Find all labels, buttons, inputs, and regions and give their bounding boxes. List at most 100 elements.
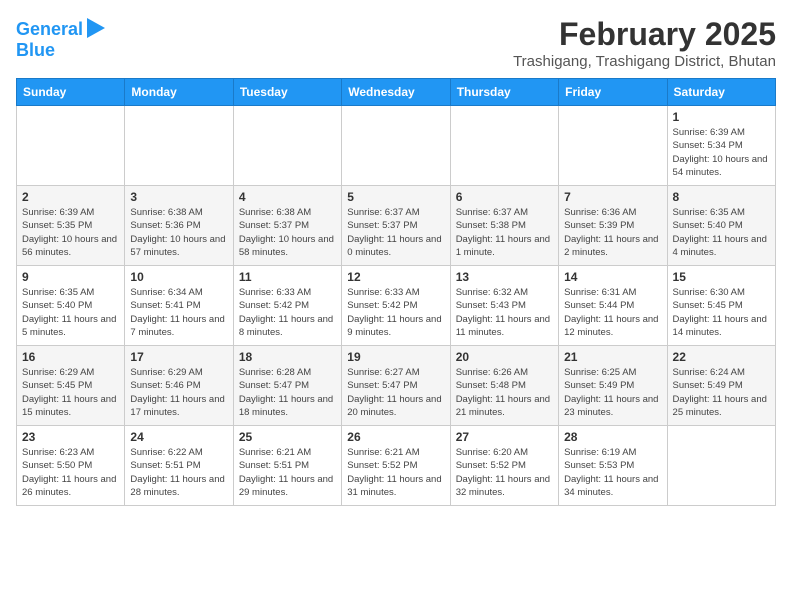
calendar-cell	[667, 426, 775, 506]
cell-day-number: 23	[22, 430, 119, 444]
cell-info-text: Sunrise: 6:39 AM Sunset: 5:34 PM Dayligh…	[673, 126, 770, 179]
cell-info-text: Sunrise: 6:38 AM Sunset: 5:36 PM Dayligh…	[130, 206, 227, 259]
cell-info-text: Sunrise: 6:37 AM Sunset: 5:38 PM Dayligh…	[456, 206, 553, 259]
col-header-sunday: Sunday	[17, 79, 125, 106]
cell-info-text: Sunrise: 6:31 AM Sunset: 5:44 PM Dayligh…	[564, 286, 661, 339]
calendar-cell: 11 Sunrise: 6:33 AM Sunset: 5:42 PM Dayli…	[233, 266, 341, 346]
cell-day-number: 19	[347, 350, 444, 364]
cell-day-number: 8	[673, 190, 770, 204]
cell-info-text: Sunrise: 6:38 AM Sunset: 5:37 PM Dayligh…	[239, 206, 336, 259]
cell-info-text: Sunrise: 6:36 AM Sunset: 5:39 PM Dayligh…	[564, 206, 661, 259]
cell-info-text: Sunrise: 6:27 AM Sunset: 5:47 PM Dayligh…	[347, 366, 444, 419]
cell-day-number: 11	[239, 270, 336, 284]
cell-info-text: Sunrise: 6:20 AM Sunset: 5:52 PM Dayligh…	[456, 446, 553, 499]
cell-day-number: 7	[564, 190, 661, 204]
calendar-cell: 25 Sunrise: 6:21 AM Sunset: 5:51 PM Dayli…	[233, 426, 341, 506]
cell-info-text: Sunrise: 6:30 AM Sunset: 5:45 PM Dayligh…	[673, 286, 770, 339]
calendar-cell: 17 Sunrise: 6:29 AM Sunset: 5:46 PM Dayli…	[125, 346, 233, 426]
cell-info-text: Sunrise: 6:29 AM Sunset: 5:45 PM Dayligh…	[22, 366, 119, 419]
calendar-cell	[450, 106, 558, 186]
calendar-cell: 4Sunrise: 6:38 AM Sunset: 5:37 PM Daylig…	[233, 186, 341, 266]
col-header-saturday: Saturday	[667, 79, 775, 106]
calendar-cell: 26 Sunrise: 6:21 AM Sunset: 5:52 PM Dayli…	[342, 426, 450, 506]
cell-day-number: 24	[130, 430, 227, 444]
cell-day-number: 12	[347, 270, 444, 284]
cell-day-number: 5	[347, 190, 444, 204]
cell-day-number: 27	[456, 430, 553, 444]
calendar-cell: 1Sunrise: 6:39 AM Sunset: 5:34 PM Daylig…	[667, 106, 775, 186]
col-header-tuesday: Tuesday	[233, 79, 341, 106]
calendar-cell: 18 Sunrise: 6:28 AM Sunset: 5:47 PM Dayli…	[233, 346, 341, 426]
calendar-cell	[559, 106, 667, 186]
cell-info-text: Sunrise: 6:33 AM Sunset: 5:42 PM Dayligh…	[239, 286, 336, 339]
cell-info-text: Sunrise: 6:19 AM Sunset: 5:53 PM Dayligh…	[564, 446, 661, 499]
cell-info-text: Sunrise: 6:33 AM Sunset: 5:42 PM Dayligh…	[347, 286, 444, 339]
calendar-cell: 24 Sunrise: 6:22 AM Sunset: 5:51 PM Dayli…	[125, 426, 233, 506]
calendar-table: SundayMondayTuesdayWednesdayThursdayFrid…	[16, 78, 776, 506]
cell-day-number: 14	[564, 270, 661, 284]
col-header-friday: Friday	[559, 79, 667, 106]
calendar-cell: 2 Sunrise: 6:39 AM Sunset: 5:35 PM Daylig…	[17, 186, 125, 266]
title-block: February 2025 Trashigang, Trashigang Dis…	[513, 16, 776, 70]
cell-info-text: Sunrise: 6:29 AM Sunset: 5:46 PM Dayligh…	[130, 366, 227, 419]
calendar-cell: 12 Sunrise: 6:33 AM Sunset: 5:42 PM Dayli…	[342, 266, 450, 346]
calendar-cell	[17, 106, 125, 186]
calendar-week-row: 1Sunrise: 6:39 AM Sunset: 5:34 PM Daylig…	[17, 106, 776, 186]
calendar-cell: 10 Sunrise: 6:34 AM Sunset: 5:41 PM Dayli…	[125, 266, 233, 346]
cell-day-number: 25	[239, 430, 336, 444]
col-header-monday: Monday	[125, 79, 233, 106]
cell-day-number: 26	[347, 430, 444, 444]
calendar-cell: 20 Sunrise: 6:26 AM Sunset: 5:48 PM Dayli…	[450, 346, 558, 426]
cell-day-number: 10	[130, 270, 227, 284]
cell-day-number: 6	[456, 190, 553, 204]
calendar-cell	[342, 106, 450, 186]
cell-info-text: Sunrise: 6:21 AM Sunset: 5:52 PM Dayligh…	[347, 446, 444, 499]
logo: General Blue	[16, 16, 105, 61]
cell-info-text: Sunrise: 6:34 AM Sunset: 5:41 PM Dayligh…	[130, 286, 227, 339]
calendar-week-row: 9Sunrise: 6:35 AM Sunset: 5:40 PM Daylig…	[17, 266, 776, 346]
cell-info-text: Sunrise: 6:25 AM Sunset: 5:49 PM Dayligh…	[564, 366, 661, 419]
cell-day-number: 22	[673, 350, 770, 364]
cell-info-text: Sunrise: 6:22 AM Sunset: 5:51 PM Dayligh…	[130, 446, 227, 499]
calendar-cell	[125, 106, 233, 186]
cell-info-text: Sunrise: 6:35 AM Sunset: 5:40 PM Dayligh…	[22, 286, 119, 339]
cell-info-text: Sunrise: 6:28 AM Sunset: 5:47 PM Dayligh…	[239, 366, 336, 419]
calendar-header-row: SundayMondayTuesdayWednesdayThursdayFrid…	[17, 79, 776, 106]
cell-day-number: 18	[239, 350, 336, 364]
calendar-cell: 21Sunrise: 6:25 AM Sunset: 5:49 PM Dayli…	[559, 346, 667, 426]
calendar-cell	[233, 106, 341, 186]
cell-info-text: Sunrise: 6:21 AM Sunset: 5:51 PM Dayligh…	[239, 446, 336, 499]
calendar-cell: 5 Sunrise: 6:37 AM Sunset: 5:37 PM Daylig…	[342, 186, 450, 266]
calendar-cell: 28Sunrise: 6:19 AM Sunset: 5:53 PM Dayli…	[559, 426, 667, 506]
cell-day-number: 3	[130, 190, 227, 204]
calendar-cell: 14 Sunrise: 6:31 AM Sunset: 5:44 PM Dayli…	[559, 266, 667, 346]
cell-info-text: Sunrise: 6:26 AM Sunset: 5:48 PM Dayligh…	[456, 366, 553, 419]
cell-info-text: Sunrise: 6:39 AM Sunset: 5:35 PM Dayligh…	[22, 206, 119, 259]
calendar-cell: 15 Sunrise: 6:30 AM Sunset: 5:45 PM Dayli…	[667, 266, 775, 346]
page-header: General Blue February 2025 Trashigang, T…	[16, 16, 776, 70]
calendar-cell: 22Sunrise: 6:24 AM Sunset: 5:49 PM Dayli…	[667, 346, 775, 426]
cell-day-number: 2	[22, 190, 119, 204]
calendar-cell: 7 Sunrise: 6:36 AM Sunset: 5:39 PM Daylig…	[559, 186, 667, 266]
cell-day-number: 15	[673, 270, 770, 284]
calendar-title: February 2025	[513, 16, 776, 53]
logo-blue-text: Blue	[16, 41, 55, 61]
col-header-thursday: Thursday	[450, 79, 558, 106]
cell-day-number: 20	[456, 350, 553, 364]
calendar-cell: 3 Sunrise: 6:38 AM Sunset: 5:36 PM Daylig…	[125, 186, 233, 266]
cell-day-number: 17	[130, 350, 227, 364]
calendar-week-row: 16Sunrise: 6:29 AM Sunset: 5:45 PM Dayli…	[17, 346, 776, 426]
calendar-cell: 9Sunrise: 6:35 AM Sunset: 5:40 PM Daylig…	[17, 266, 125, 346]
cell-info-text: Sunrise: 6:32 AM Sunset: 5:43 PM Dayligh…	[456, 286, 553, 339]
calendar-cell: 27 Sunrise: 6:20 AM Sunset: 5:52 PM Dayli…	[450, 426, 558, 506]
calendar-cell: 13Sunrise: 6:32 AM Sunset: 5:43 PM Dayli…	[450, 266, 558, 346]
calendar-week-row: 23Sunrise: 6:23 AM Sunset: 5:50 PM Dayli…	[17, 426, 776, 506]
cell-info-text: Sunrise: 6:35 AM Sunset: 5:40 PM Dayligh…	[673, 206, 770, 259]
calendar-subtitle: Trashigang, Trashigang District, Bhutan	[513, 53, 776, 70]
calendar-cell: 16Sunrise: 6:29 AM Sunset: 5:45 PM Dayli…	[17, 346, 125, 426]
calendar-cell: 8 Sunrise: 6:35 AM Sunset: 5:40 PM Daylig…	[667, 186, 775, 266]
cell-info-text: Sunrise: 6:37 AM Sunset: 5:37 PM Dayligh…	[347, 206, 444, 259]
logo-text: General	[16, 20, 83, 40]
col-header-wednesday: Wednesday	[342, 79, 450, 106]
calendar-week-row: 2 Sunrise: 6:39 AM Sunset: 5:35 PM Daylig…	[17, 186, 776, 266]
